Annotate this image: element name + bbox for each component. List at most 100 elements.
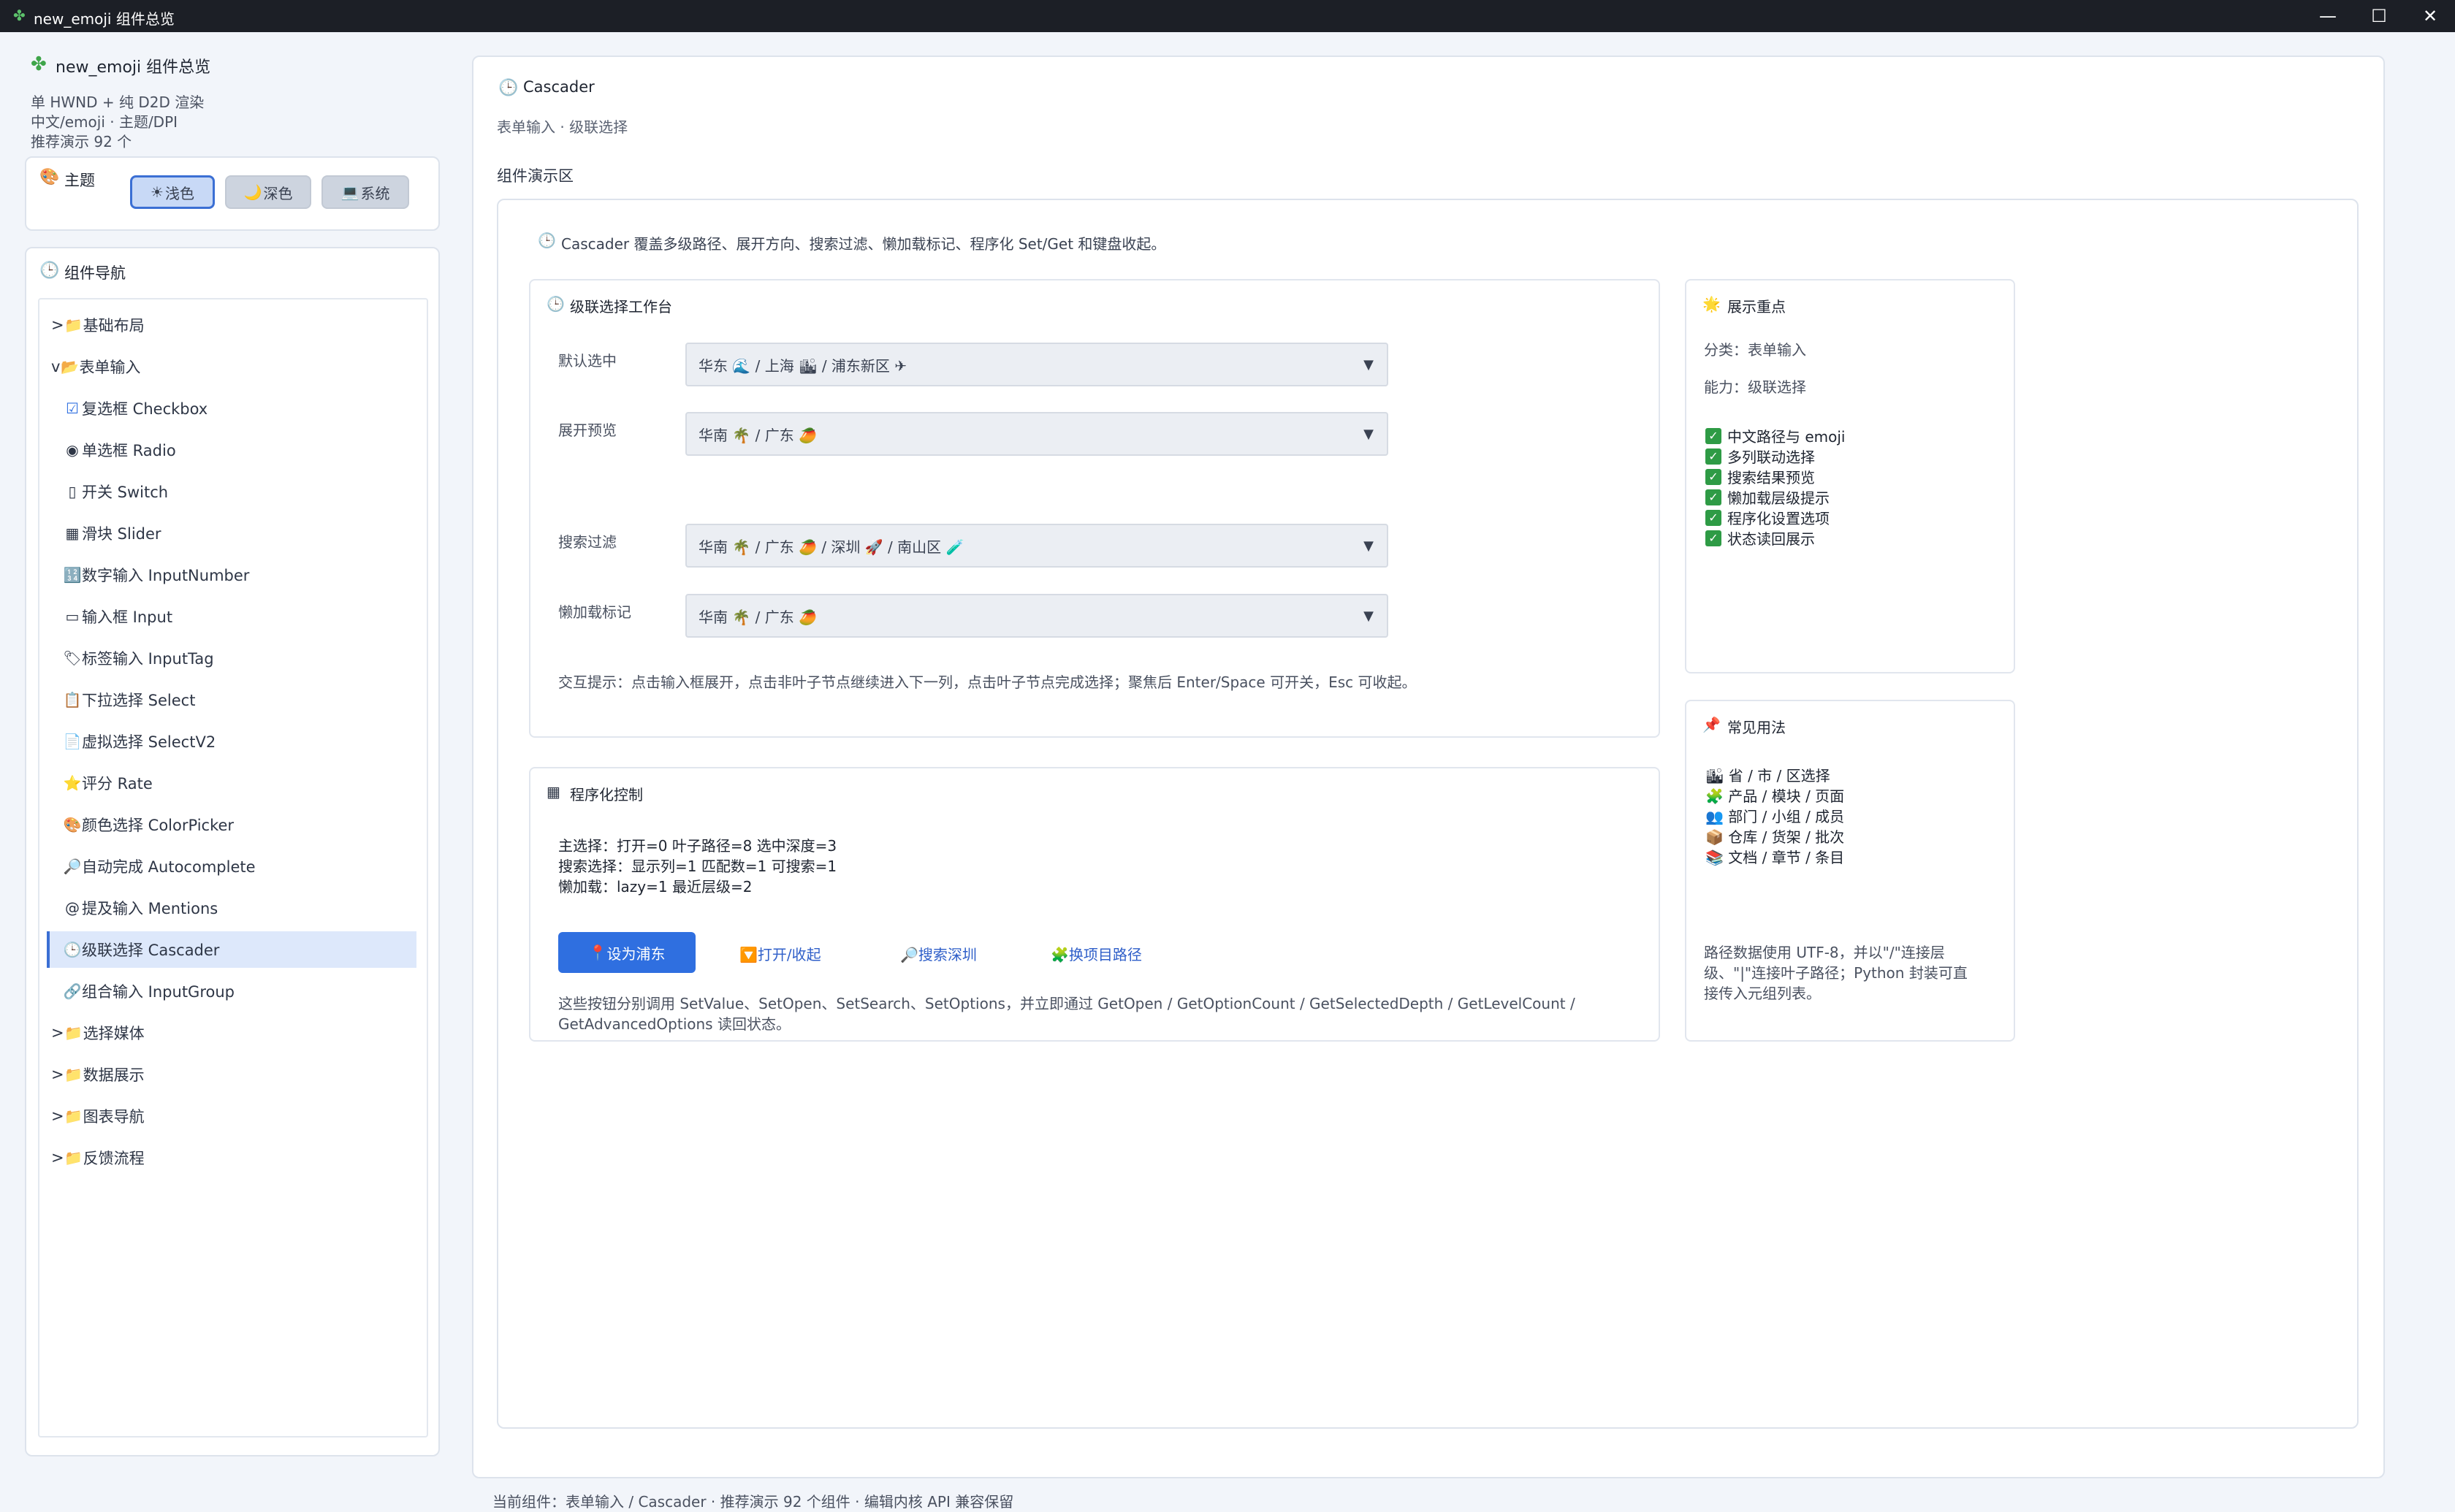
- sun-icon: ☀: [151, 183, 164, 201]
- nav-label: 滑块 Slider: [82, 525, 161, 543]
- package-icon: 📦: [1705, 828, 1724, 846]
- nav-item-inputnumber[interactable]: 🔢 数字输入 InputNumber: [63, 557, 416, 593]
- cascader-lazy-load[interactable]: 华南 🌴 / 广东 🥭 ▼: [685, 594, 1388, 638]
- chevron-down-icon: ▼: [1363, 427, 1374, 442]
- nav-group-form-input[interactable]: v 📂 表单输入: [51, 348, 416, 385]
- usage-label: 文档 / 章节 / 条目: [1728, 849, 1845, 866]
- nav-label: 单选框 Radio: [82, 442, 176, 459]
- theme-light-button[interactable]: ☀ 浅色: [130, 175, 215, 209]
- folder-icon: 📁: [64, 1066, 83, 1083]
- usage-label: 部门 / 小组 / 成员: [1728, 808, 1845, 825]
- nav-item-select[interactable]: 📋 下拉选择 Select: [63, 681, 416, 718]
- usage-title: 常见用法: [1727, 719, 1786, 736]
- nav-label: 级联选择 Cascader: [82, 942, 220, 959]
- ability-text: 能力：级联选择: [1704, 378, 1806, 396]
- check-label: 中文路径与 emoji: [1727, 428, 1846, 446]
- checkbox-icon: ☑: [66, 400, 79, 417]
- check-label: 搜索结果预览: [1727, 469, 1815, 486]
- nav-label: 开关 Switch: [82, 484, 169, 501]
- programmatic-title: 程序化控制: [570, 786, 643, 803]
- minimize-button[interactable]: —: [2303, 0, 2353, 32]
- info-line: 单 HWND + 纯 D2D 渲染: [31, 93, 205, 111]
- info-line: 中文/emoji · 主题/DPI: [31, 113, 178, 131]
- check-item: ✓ 懒加载层级提示: [1705, 486, 1830, 508]
- nav-item-cascader[interactable]: 🕒 级联选择 Cascader: [47, 931, 416, 968]
- usage-item: 👥 部门 / 小组 / 成员: [1705, 805, 1844, 826]
- link-icon: 🔗: [63, 982, 82, 1000]
- cascader-default[interactable]: 华东 🌊 / 上海 🏙 / 浦东新区 ✈ ▼: [685, 343, 1388, 386]
- nav-group-feedback[interactable]: > 📁 反馈流程: [51, 1139, 416, 1176]
- nav-item-checkbox[interactable]: ☑ 复选框 Checkbox: [63, 390, 416, 427]
- check-item: ✓ 多列联动选择: [1705, 446, 1815, 467]
- interaction-hint: 交互提示：点击输入框展开，点击非叶子节点继续进入下一列，点击叶子节点完成选择；聚…: [558, 673, 1417, 691]
- nav-item-inputgroup[interactable]: 🔗 组合输入 InputGroup: [63, 973, 416, 1009]
- cascader-expand-preview[interactable]: 华南 🌴 / 广东 🥭 ▼: [685, 412, 1388, 456]
- nav-label: 下拉选择 Select: [82, 692, 196, 709]
- nav-group-chart-nav[interactable]: > 📁 图表导航: [51, 1098, 416, 1134]
- toggle-open-button[interactable]: 🔽打开/收起: [739, 943, 821, 964]
- cascader-value: 华东 🌊 / 上海 🏙 / 浦东新区 ✈: [699, 356, 907, 375]
- nav-item-autocomplete[interactable]: 🔎 自动完成 Autocomplete: [63, 848, 416, 885]
- section-title: 组件演示区: [497, 167, 574, 185]
- nav-label: 复选框 Checkbox: [82, 400, 208, 418]
- books-icon: 📚: [1705, 849, 1724, 866]
- usage-note: 路径数据使用 UTF-8，并以"/"连接层: [1704, 944, 1945, 961]
- nav-item-inputtag[interactable]: 🏷 标签输入 InputTag: [63, 640, 416, 676]
- at-sign-icon: @: [65, 899, 80, 917]
- usage-item: 📚 文档 / 章节 / 条目: [1705, 846, 1844, 867]
- description-line: 这些按钮分别调用 SetValue、SetOpen、SetSearch、SetO…: [558, 995, 1575, 1012]
- switch-project-path-button[interactable]: 🧩换项目路径: [1051, 943, 1142, 964]
- maximize-button[interactable]: ☐: [2354, 0, 2404, 32]
- pushpin-icon: 📌: [1702, 716, 1721, 733]
- theme-label: 主题: [64, 172, 95, 189]
- nav-item-input[interactable]: ▭ 输入框 Input: [63, 598, 416, 635]
- search-shenzhen-button[interactable]: 🔎搜索深圳: [900, 943, 977, 964]
- nav-item-mentions[interactable]: @ 提及输入 Mentions: [63, 890, 416, 926]
- set-pudong-button[interactable]: 📍 设为浦东: [558, 932, 696, 973]
- nav-label: 组合输入 InputGroup: [82, 983, 235, 1001]
- focus-title: 展示重点: [1727, 298, 1786, 316]
- nav-item-selectv2[interactable]: 📄 虚拟选择 SelectV2: [63, 723, 416, 760]
- check-label: 程序化设置选项: [1727, 510, 1830, 527]
- theme-light-label: 浅色: [164, 184, 194, 202]
- clipboard-icon: 📋: [63, 691, 82, 709]
- nav-label: 输入框 Input: [82, 608, 173, 626]
- nav-label: 提及输入 Mentions: [82, 900, 218, 917]
- nav-group-basic-layout[interactable]: > 📁 基础布局: [51, 307, 416, 343]
- nav-item-rate[interactable]: ⭐ 评分 Rate: [63, 765, 416, 801]
- check-icon: ✓: [1705, 530, 1721, 546]
- nav-group-data-display[interactable]: > 📁 数据展示: [51, 1056, 416, 1093]
- usage-label: 仓库 / 货架 / 批次: [1728, 828, 1845, 846]
- nav-item-switch[interactable]: ▯ 开关 Switch: [63, 473, 416, 510]
- nav-item-slider[interactable]: ▦ 滑块 Slider: [63, 515, 416, 551]
- button-label: 设为浦东: [606, 944, 666, 963]
- nav-label: 数字输入 InputNumber: [82, 567, 250, 584]
- cascader-search-filter[interactable]: 华南 🌴 / 广东 🥭 / 深圳 🚀 / 南山区 🧪 ▼: [685, 524, 1388, 568]
- grid-icon: ▦: [547, 783, 560, 801]
- close-button[interactable]: ✕: [2405, 0, 2455, 32]
- window-title: new_emoji 组件总览: [34, 10, 175, 28]
- description-line: GetAdvancedOptions 读回状态。: [558, 1015, 791, 1033]
- check-item: ✓ 搜索结果预览: [1705, 466, 1815, 487]
- nav-item-colorpicker[interactable]: 🎨 颜色选择 ColorPicker: [63, 806, 416, 843]
- clock-icon: 🕒: [547, 295, 565, 313]
- theme-dark-button[interactable]: 🌙 深色: [225, 175, 311, 209]
- nav-item-radio[interactable]: ◉ 单选框 Radio: [63, 432, 416, 468]
- clover-icon: ✤: [31, 53, 47, 75]
- usage-item: 🏙 省 / 市 / 区选择: [1705, 764, 1830, 785]
- nav-prefix: v: [51, 358, 61, 375]
- clover-icon: ✤: [13, 7, 26, 24]
- row-label: 默认选中: [558, 352, 617, 370]
- nav-group-media[interactable]: > 📁 选择媒体: [51, 1015, 416, 1051]
- check-item: ✓ 中文路径与 emoji: [1705, 425, 1846, 446]
- theme-system-button[interactable]: 💻 系统: [321, 175, 409, 209]
- usage-item: 📦 仓库 / 货架 / 批次: [1705, 825, 1844, 847]
- nav-label: 反馈流程: [83, 1150, 145, 1167]
- sparkle-star-icon: 🌟: [1702, 295, 1721, 313]
- usage-item: 🧩 产品 / 模块 / 页面: [1705, 784, 1844, 806]
- check-icon: ✓: [1705, 448, 1721, 465]
- nav-label: 颜色选择 ColorPicker: [82, 817, 235, 834]
- check-item: ✓ 程序化设置选项: [1705, 507, 1830, 528]
- switch-icon: ▯: [68, 483, 77, 500]
- check-label: 懒加载层级提示: [1727, 489, 1830, 507]
